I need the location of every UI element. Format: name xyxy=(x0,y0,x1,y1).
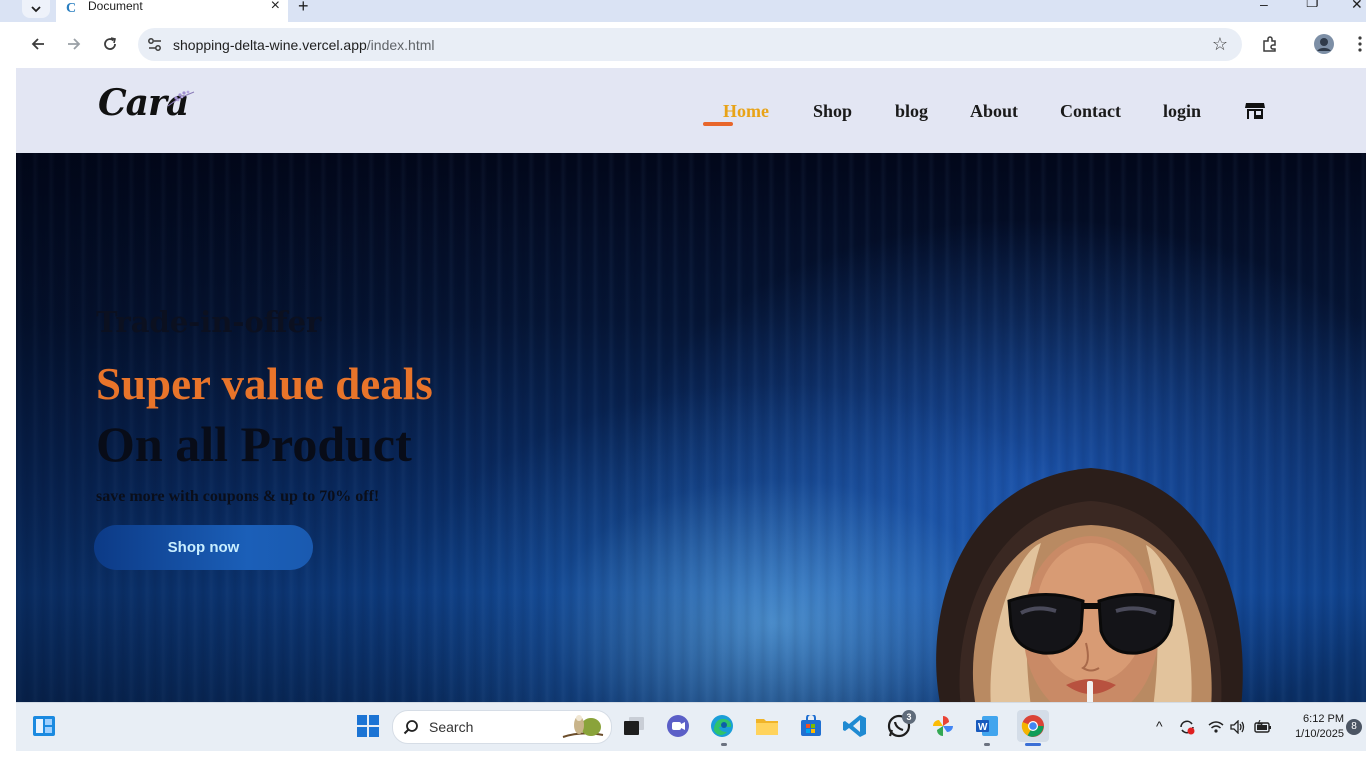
lavender-sprig-icon xyxy=(167,90,195,107)
active-nav-indicator xyxy=(703,122,733,126)
site-header: Cara Home Shop blog About Contact login xyxy=(16,68,1366,153)
whatsapp-badge: 3 xyxy=(902,710,916,724)
new-tab-button[interactable]: + xyxy=(298,0,309,17)
tab-strip: C Document × + – ❐ ✕ xyxy=(0,0,1366,22)
reload-icon xyxy=(104,37,116,50)
nav-blog[interactable]: blog xyxy=(895,101,928,121)
window-close-icon[interactable]: ✕ xyxy=(1351,0,1363,13)
teams-chat-button[interactable] xyxy=(664,712,692,740)
task-view-icon xyxy=(624,717,644,735)
search-icon xyxy=(403,720,418,735)
nav-home[interactable]: Home xyxy=(723,101,769,121)
kebab-menu-icon xyxy=(1358,36,1362,52)
restore-icon[interactable]: ❐ xyxy=(1306,0,1319,11)
folder-icon xyxy=(756,719,778,735)
reload-button[interactable] xyxy=(98,32,122,56)
word-icon: W xyxy=(976,716,998,736)
battery-icon[interactable] xyxy=(1254,720,1272,734)
address-bar[interactable]: shopping-delta-wine.vercel.app/index.htm… xyxy=(138,28,1242,61)
browser-menu-button[interactable] xyxy=(1348,32,1366,56)
microsoft-store-icon xyxy=(801,715,821,736)
nav-login[interactable]: login xyxy=(1163,101,1201,121)
pinwheel-photos-icon xyxy=(933,716,953,736)
chrome-button[interactable] xyxy=(1017,710,1049,742)
extensions-button[interactable] xyxy=(1258,32,1282,56)
file-explorer-button[interactable] xyxy=(753,712,781,740)
word-running-indicator xyxy=(984,743,990,746)
clock-time: 6:12 PM xyxy=(1303,713,1344,725)
photos-button[interactable] xyxy=(929,712,957,740)
vscode-button[interactable] xyxy=(841,712,869,740)
store-icon[interactable] xyxy=(1245,102,1265,120)
browser-tab[interactable]: C Document × xyxy=(56,0,288,22)
avatar-icon xyxy=(1314,34,1334,54)
vscode-icon xyxy=(843,715,866,737)
url-path: /index.html xyxy=(366,37,435,53)
url-host: shopping-delta-wine.vercel.app xyxy=(173,37,367,53)
arrow-left-icon xyxy=(31,38,44,50)
wifi-icon[interactable] xyxy=(1208,720,1224,734)
speaker-icon[interactable] xyxy=(1230,720,1246,734)
chat-icon xyxy=(667,715,689,737)
minimize-icon[interactable]: – xyxy=(1260,0,1268,12)
hero-subtext: save more with coupons & up to 70% off! xyxy=(96,488,380,505)
hero-eyebrow: Trade-in-offer xyxy=(96,305,322,339)
profile-avatar[interactable] xyxy=(1312,32,1336,56)
nav-contact[interactable]: Contact xyxy=(1060,101,1121,121)
search-placeholder: Search xyxy=(429,719,474,735)
tab-favicon: C xyxy=(66,1,77,16)
sync-icon[interactable] xyxy=(1178,718,1196,736)
task-view-button[interactable] xyxy=(620,712,648,740)
chrome-active-indicator xyxy=(1025,743,1041,746)
windows-icon xyxy=(357,715,379,737)
site-info-icon[interactable] xyxy=(146,36,164,54)
chrome-icon xyxy=(1021,715,1044,737)
nav-shop[interactable]: Shop xyxy=(813,101,852,121)
svg-text:W: W xyxy=(978,722,988,733)
taskbar-search[interactable]: Search xyxy=(392,710,612,744)
chevron-down-icon xyxy=(31,6,41,13)
browser-toolbar: shopping-delta-wine.vercel.app/index.htm… xyxy=(16,22,1366,68)
system-clock[interactable]: 6:12 PM 1/10/2025 xyxy=(1295,712,1344,742)
shop-now-button[interactable]: Shop now xyxy=(94,525,313,570)
search-highlight-icon xyxy=(562,715,604,738)
taskbar: Search 3 W ^ 6:12 PM 1/10/2025 8 xyxy=(16,702,1366,751)
tab-title: Document xyxy=(88,0,143,13)
store-button[interactable] xyxy=(797,712,825,740)
clock-date: 1/10/2025 xyxy=(1295,728,1344,740)
edge-button[interactable] xyxy=(708,712,736,740)
puzzle-icon xyxy=(1263,36,1276,52)
edge-icon xyxy=(711,715,733,737)
start-button[interactable] xyxy=(354,712,382,740)
hero-banner: Trade-in-offer Super value deals On all … xyxy=(16,153,1366,702)
hero-headline: On all Product xyxy=(96,416,412,472)
bookmark-star-icon[interactable]: ☆ xyxy=(1212,34,1228,55)
close-icon[interactable]: × xyxy=(271,0,280,15)
word-button[interactable]: W xyxy=(973,712,1001,740)
nav-about[interactable]: About xyxy=(970,101,1018,121)
notification-badge[interactable]: 8 xyxy=(1346,719,1362,735)
back-button[interactable] xyxy=(26,32,50,56)
tab-search-button[interactable] xyxy=(22,0,50,18)
edge-running-indicator xyxy=(721,743,727,746)
forward-button[interactable] xyxy=(62,32,86,56)
arrow-right-icon xyxy=(68,38,81,50)
hero-headline-accent: Super value deals xyxy=(96,359,433,409)
widgets-icon xyxy=(33,716,55,736)
widgets-button[interactable] xyxy=(30,712,58,740)
model-portrait-image xyxy=(936,468,1243,702)
chevron-up-icon[interactable]: ^ xyxy=(1156,718,1163,734)
url-text: shopping-delta-wine.vercel.app/index.htm… xyxy=(173,37,435,53)
